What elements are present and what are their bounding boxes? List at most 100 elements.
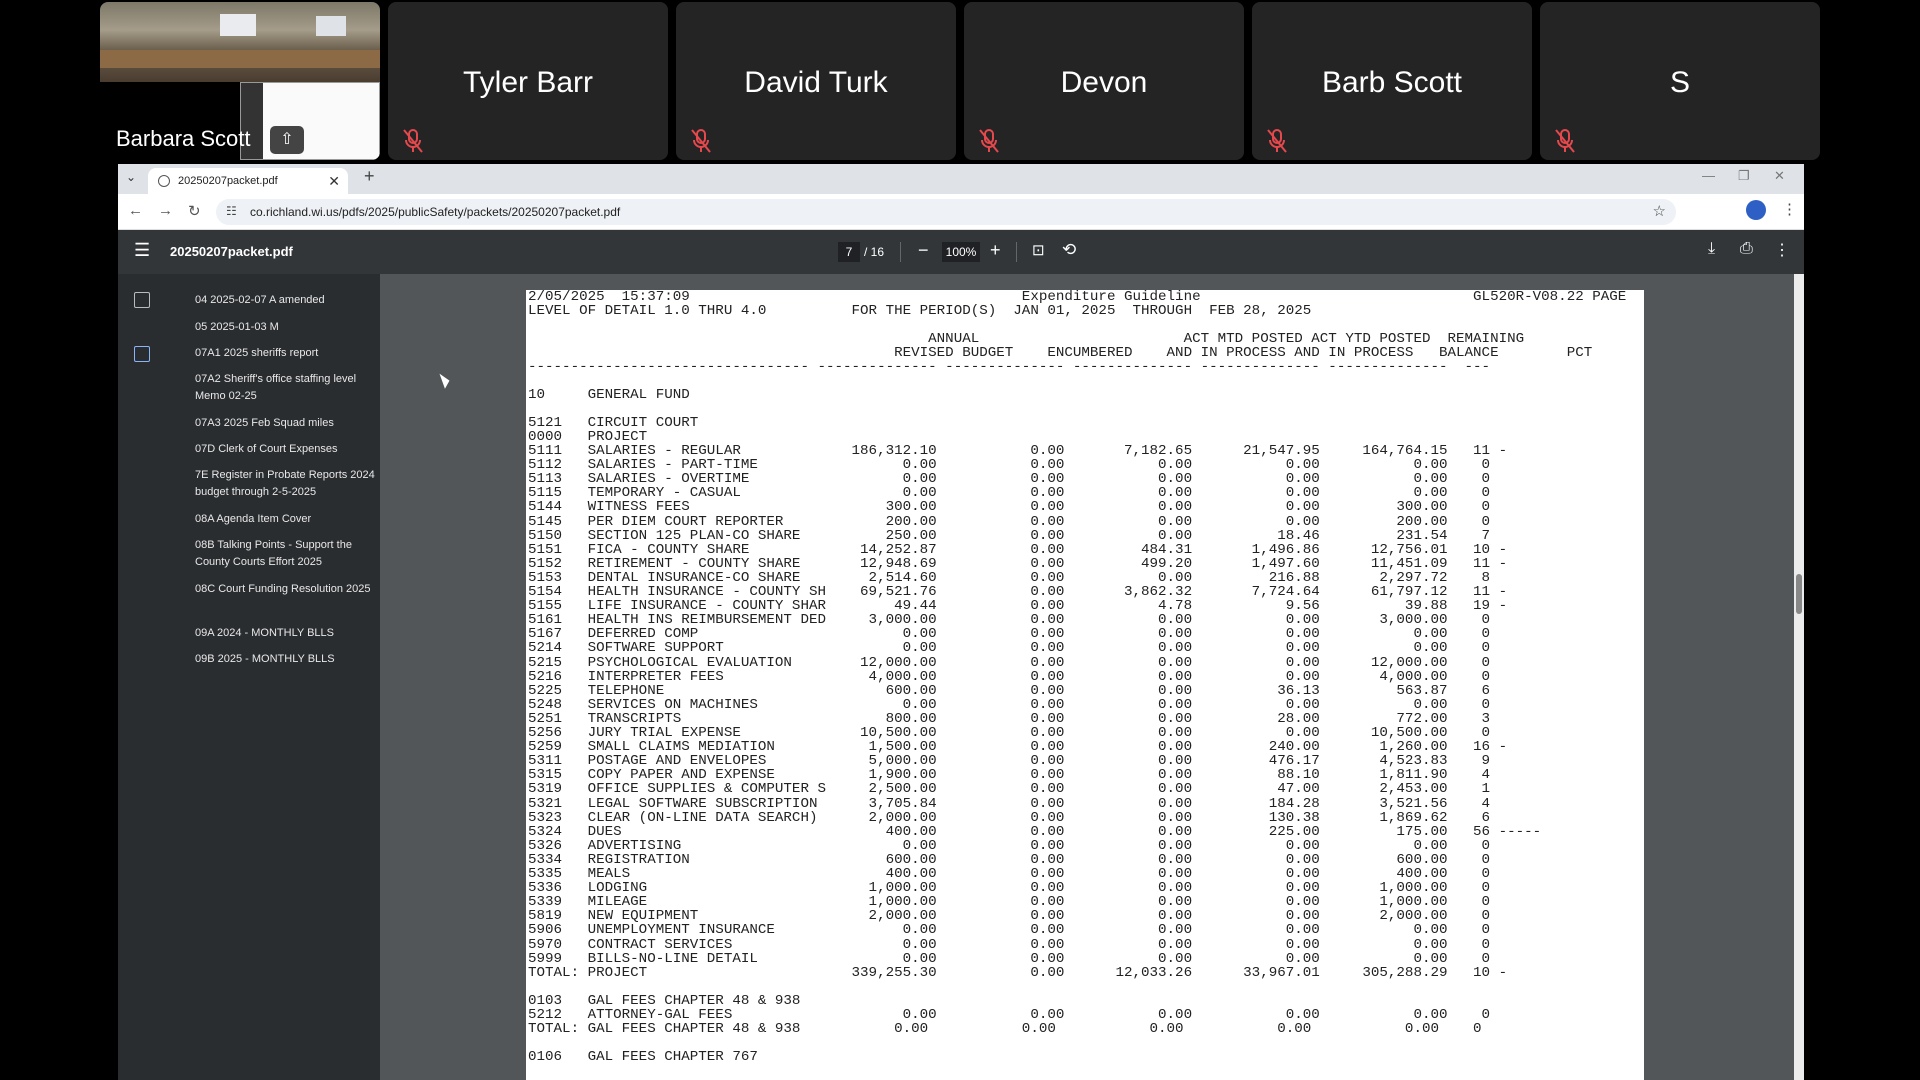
fit-page-icon[interactable]: ⊡ [1032,241,1045,259]
report-row: 5216 INTERPRETER FEES 4,000.00 0.00 0.00… [528,668,1491,685]
bookmark-item[interactable]: 09B 2025 - MONTHLY BLLS [195,651,375,668]
bookmark-item[interactable]: 08A Agenda Item Cover [195,511,375,528]
bookmark-item[interactable]: 04 2025-02-07 A amended [195,292,375,309]
print-icon[interactable]: ⎙ [1740,240,1753,258]
bookmark-item[interactable]: 7E Register in Probate Reports 2024 budg… [195,467,375,501]
more-options-icon[interactable]: ⋮ [1774,240,1790,260]
gal-project-line: 0103 GAL FEES CHAPTER 48 & 938 [528,992,801,1009]
fund-line: 10 GENERAL FUND [528,387,690,403]
download-icon[interactable]: ⤓ [1708,240,1715,258]
next-project-line: 0106 GAL FEES CHAPTER 767 [528,1049,758,1066]
profile-avatar[interactable] [1746,200,1766,220]
participant-tile[interactable]: David Turk [676,2,956,160]
browser-tab[interactable]: 20250207packet.pdf ✕ [148,168,348,194]
report-row: 5251 TRANSCRIPTS 800.00 0.00 0.00 28.00 … [528,710,1491,727]
tab-search-icon[interactable]: ⌄ [126,170,136,184]
rotate-icon[interactable]: ⟲ [1062,240,1076,260]
column-header-line-1: ANNUAL ACT MTD POSTED ACT YTD POSTED REM… [528,331,1525,347]
address-bar: ← → ↻ ☷ co.richland.wi.us/pdfs/2025/publ… [118,194,1804,230]
tab-strip: ⌄ 20250207packet.pdf ✕ + — ❐ ✕ [118,164,1804,194]
self-video-tile[interactable]: Barbara Scott ⇧ [100,2,380,160]
report-row: 5259 SMALL CLAIMS MEDIATION 1,500.00 0.0… [528,739,1508,756]
report-header-line-2: LEVEL OF DETAIL 1.0 THRU 4.0 FOR THE PER… [528,303,1312,319]
report-row: 5999 BILLS-NO-LINE DETAIL 0.00 0.00 0.00… [528,950,1491,967]
report-row: 5145 PER DIEM COURT REPORTER 200.00 0.00… [528,513,1491,530]
reload-icon[interactable]: ↻ [188,202,201,220]
report-row: 5970 CONTRACT SERVICES 0.00 0.00 0.00 0.… [528,936,1491,953]
screen-share-icon: ⇧ [270,126,304,154]
report-row: 5215 PSYCHOLOGICAL EVALUATION 12,000.00 … [528,654,1491,671]
globe-icon [158,175,170,187]
menu-icon[interactable]: ☰ [134,240,150,261]
pdf-page: 2/05/2025 15:37:09 Expenditure Guideline… [526,290,1644,1080]
report-row: 5144 WITNESS FEES 300.00 0.00 0.00 0.00 … [528,499,1491,516]
forward-icon[interactable]: → [158,202,173,219]
page-total: / 16 [864,245,885,259]
participant-name: Barb Scott [1321,66,1463,99]
report-row: 5115 TEMPORARY - CASUAL 0.00 0.00 0.00 0… [528,485,1491,502]
pdf-title: 20250207packet.pdf [170,244,293,259]
bookmark-item[interactable]: 05 2025-01-03 M [195,319,375,336]
bookmark-item[interactable]: 08B Talking Points - Support the County … [195,537,375,571]
participant-name: David Turk [744,66,888,99]
report-row: 5154 HEALTH INSURANCE - COUNTY SH 69,521… [528,584,1508,600]
pdf-sidebar: 04 2025-02-07 A amended 05 2025-01-03 M … [118,274,380,1080]
mic-muted-icon [1555,129,1575,153]
outline-icon[interactable] [134,346,150,362]
bookmark-item[interactable]: 07A1 2025 sheriffs report [195,345,375,362]
column-header-divider: --------------------------------- ------… [528,359,1491,375]
report-row: 5321 LEGAL SOFTWARE SUBSCRIPTION 3,705.8… [528,795,1491,812]
new-tab-button[interactable]: + [364,166,375,187]
report-row: 5311 POSTAGE AND ENVELOPES 5,000.00 0.00… [528,753,1491,770]
report-row: 5225 TELEPHONE 600.00 0.00 0.00 36.13 56… [528,682,1491,699]
vertical-scrollbar[interactable] [1794,274,1804,1080]
url-field[interactable]: ☷ co.richland.wi.us/pdfs/2025/publicSafe… [216,199,1676,225]
report-row: 5155 LIFE INSURANCE - COUNTY SHAR 49.44 … [528,598,1508,615]
department-line: 5121 CIRCUIT COURT [528,415,699,431]
report-header-line-1: 2/05/2025 15:37:09 Expenditure Guideline… [528,290,1644,305]
report-row: 5906 UNEMPLOYMENT INSURANCE 0.00 0.00 0.… [528,922,1491,939]
minimize-icon[interactable]: — [1702,168,1715,183]
back-icon[interactable]: ← [128,202,143,219]
bookmark-item[interactable]: 08C Court Funding Resolution 2025 [195,581,375,598]
zoom-in-icon[interactable]: + [990,240,1001,261]
participant-tile[interactable]: Devon [964,2,1244,160]
self-participant-name: Barbara Scott [116,126,251,151]
report-row: 5153 DENTAL INSURANCE-CO SHARE 2,514.60 … [528,569,1491,586]
zoom-out-icon[interactable]: − [918,240,929,261]
report-row: 5334 REGISTRATION 600.00 0.00 0.00 0.00 … [528,851,1491,868]
meeting-room-video [100,2,380,82]
gal-row-line: 5212 ATTORNEY-GAL FEES 0.00 0.00 0.00 0.… [528,1007,1491,1023]
gal-total-line: TOTAL: GAL FEES CHAPTER 48 & 938 0.00 0.… [528,1021,1482,1038]
participant-tile[interactable]: Barb Scott [1252,2,1532,160]
thumbnails-icon[interactable] [134,292,150,308]
tab-title: 20250207packet.pdf [178,175,278,187]
shared-screen-thumbnail[interactable] [240,82,380,160]
report-row: 5150 SECTION 125 PLAN-CO SHARE 250.00 0.… [528,527,1491,544]
zoom-input[interactable]: 100% [942,242,980,262]
participant-tile[interactable]: S [1540,2,1820,160]
report-row: 5113 SALARIES - OVERTIME 0.00 0.00 0.00 … [528,471,1491,488]
restore-icon[interactable]: ❐ [1738,168,1750,184]
total-project-line: TOTAL: PROJECT 339,255.30 0.00 12,033.26… [528,964,1508,981]
report-row: 5256 JURY TRIAL EXPENSE 10,500.00 0.00 0… [528,725,1491,741]
bookmark-item[interactable]: 07A2 Sheriff's office staffing level Mem… [195,371,375,405]
bookmark-item[interactable]: 09A 2024 - MONTHLY BLLS [195,625,375,642]
bookmark-star-icon[interactable]: ☆ [1653,202,1666,220]
report-row: 5326 ADVERTISING 0.00 0.00 0.00 0.00 0.0… [528,837,1491,854]
report-row: 5111 SALARIES - REGULAR 186,312.10 0.00 … [528,443,1508,459]
bookmark-item[interactable]: 07A3 2025 Feb Squad miles [195,415,375,432]
bookmark-item[interactable]: 07D Clerk of Court Expenses [195,441,375,458]
close-window-icon[interactable]: ✕ [1774,168,1785,184]
participant-tile[interactable]: Tyler Barr [388,2,668,160]
report-row: 5339 MILEAGE 1,000.00 0.00 0.00 0.00 1,0… [528,894,1491,911]
pdf-toolbar: ☰ 20250207packet.pdf 7 / 16 − 100% + ⊡ ⟲… [118,230,1804,274]
report-row: 5112 SALARIES - PART-TIME 0.00 0.00 0.00… [528,457,1491,474]
mic-muted-icon [691,129,711,153]
close-tab-icon[interactable]: ✕ [328,168,340,194]
mic-muted-icon [1267,129,1287,153]
report-row: 5167 DEFERRED COMP 0.00 0.00 0.00 0.00 0… [528,626,1491,643]
site-info-icon[interactable]: ☷ [226,204,237,218]
browser-menu-icon[interactable]: ⋮ [1782,200,1797,218]
page-number-input[interactable]: 7 [838,242,860,262]
